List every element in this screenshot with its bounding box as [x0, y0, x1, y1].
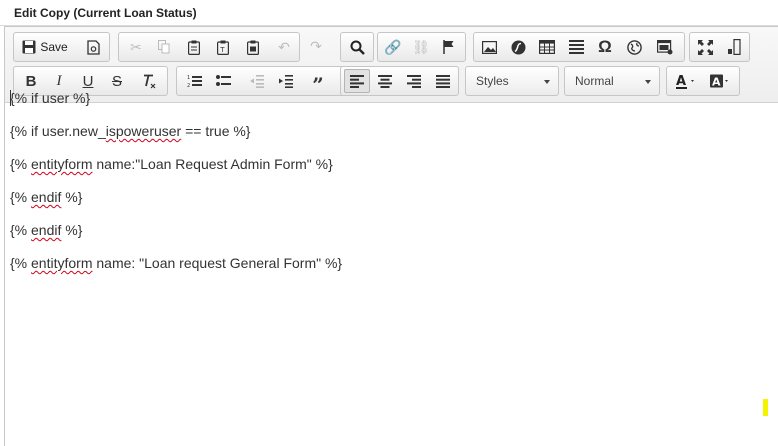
misspelled-word: endif [31, 189, 62, 205]
content-line: {% entityform name:"Loan Request Admin F… [10, 156, 333, 172]
insert-template-button[interactable] [652, 35, 678, 59]
content-line: {% entityform name: "Loan request Genera… [10, 255, 343, 271]
copy-button[interactable] [151, 35, 177, 59]
flag-icon [443, 40, 455, 54]
paste-text-button[interactable]: T [210, 35, 236, 59]
maximize-button[interactable] [692, 35, 718, 59]
flash-icon [511, 40, 526, 55]
highlight-mark [763, 399, 768, 416]
clipboard-group: ✂ T ↶ [118, 32, 300, 62]
save-label: Save [40, 40, 68, 54]
omega-icon: Ω [598, 37, 612, 56]
paste-text-icon: T [217, 40, 229, 55]
link-icon: 🔗 [384, 38, 402, 55]
unlink-button[interactable]: ⛓ [408, 35, 434, 59]
preview-icon [86, 39, 100, 55]
content-line: {% endif %} [10, 189, 83, 205]
search-icon [350, 40, 365, 55]
misspelled-word: entityform [31, 156, 93, 172]
scissors-icon: ✂ [130, 38, 142, 55]
redo-icon: ↷ [310, 37, 322, 54]
template-icon [657, 39, 673, 55]
content-line: {% if user %} [10, 90, 91, 106]
horizontal-line-icon [568, 40, 584, 54]
clipboard-icon [188, 40, 200, 55]
insert-image-button[interactable] [476, 35, 502, 59]
find-button[interactable] [344, 35, 370, 59]
unlink-icon: ⛓ [412, 38, 430, 55]
insert-link-button[interactable]: 🔗 [380, 35, 406, 59]
globe-icon [626, 39, 642, 55]
anchor-button[interactable] [436, 35, 462, 59]
misspelled-word: endif [31, 222, 62, 238]
save-button[interactable]: Save [18, 35, 72, 59]
document-group: Save [13, 32, 110, 62]
undo-button[interactable]: ↶ [271, 35, 297, 59]
horizontal-line-button[interactable] [563, 35, 589, 59]
content-line: {% if user.new_ispoweruser == true %} [10, 123, 251, 139]
table-icon [539, 40, 555, 54]
misspelled-word: entityform [31, 255, 93, 271]
content-line: {% endif %} [10, 222, 83, 238]
insert-iframe-button[interactable] [621, 35, 647, 59]
chevron-down-icon [544, 80, 550, 84]
paste-word-icon [247, 40, 259, 55]
view-group [689, 32, 750, 62]
undo-icon: ↶ [278, 38, 290, 55]
copy-icon [158, 40, 170, 54]
misspelled-word: ispoweruser [105, 123, 182, 139]
editor-content[interactable]: {% if user %} {% if user.new_ispoweruser… [10, 86, 770, 284]
show-blocks-button[interactable] [721, 35, 747, 59]
insert-flash-button[interactable] [505, 35, 531, 59]
chevron-down-icon [645, 80, 651, 84]
show-blocks-icon [727, 39, 741, 55]
maximize-icon [697, 39, 713, 55]
link-group: 🔗 ⛓ [377, 32, 466, 62]
preview-button[interactable] [80, 35, 106, 59]
svg-text:T: T [219, 46, 225, 54]
paste-button[interactable] [181, 35, 207, 59]
svg-text:1: 1 [187, 75, 190, 81]
insert-group: Ω [473, 32, 685, 62]
cut-button[interactable]: ✂ [123, 35, 149, 59]
floppy-disk-icon [22, 40, 36, 54]
redo-button[interactable]: ↷ [303, 34, 329, 58]
image-icon [481, 40, 497, 54]
paste-word-button[interactable] [240, 35, 266, 59]
find-group [340, 32, 374, 62]
dialog-title: Edit Copy (Current Loan Status) [0, 0, 778, 26]
special-character-button[interactable]: Ω [592, 35, 618, 59]
insert-table-button[interactable] [534, 35, 560, 59]
